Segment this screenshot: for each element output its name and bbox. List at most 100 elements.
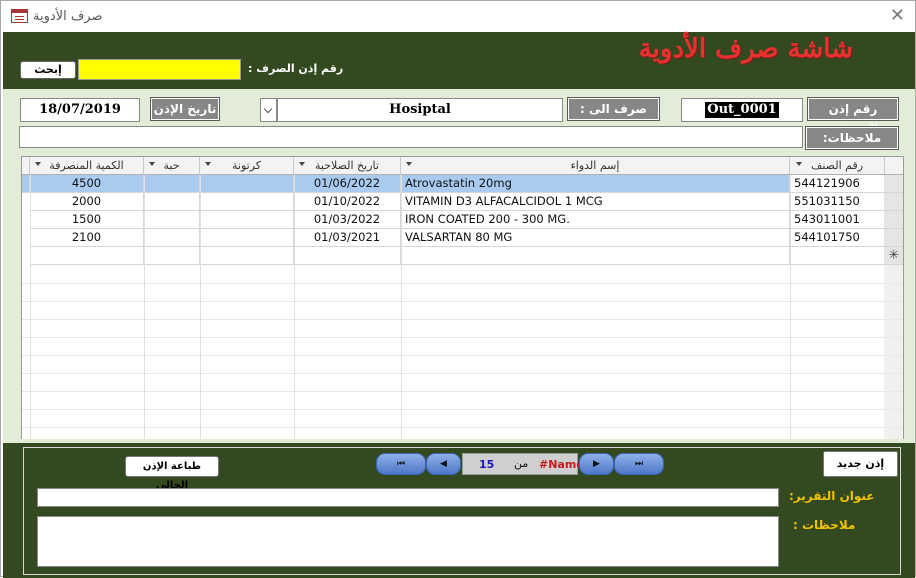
table-cell <box>22 175 30 193</box>
sort-arrow-icon <box>149 162 155 166</box>
form-icon <box>11 9 28 23</box>
issue-to-label: صرف الى : <box>567 97 660 121</box>
table-cell[interactable] <box>200 175 294 193</box>
col-header-code-label: رقم الصنف <box>810 159 864 172</box>
notes-field[interactable] <box>19 126 803 148</box>
grid-line <box>22 283 903 284</box>
record-number: 15 <box>479 458 495 471</box>
report-title-label: عنوان التقرير: <box>789 489 875 503</box>
app-window: صرف الأدوية ✕ شاشة صرف الأدوية إبحث رقم … <box>0 0 916 578</box>
grid-line <box>22 427 903 428</box>
new-row-marker-icon[interactable]: ✳ <box>884 247 903 265</box>
col-header-name-label: إسم الدواء <box>570 159 620 172</box>
row-selector-empty <box>884 265 903 439</box>
search-input[interactable] <box>78 59 241 80</box>
table-cell[interactable]: 2000 <box>30 193 144 211</box>
table-cell[interactable]: VALSARTAN 80 MG <box>401 229 790 247</box>
col-header-carton-label: كرتونة <box>231 159 261 172</box>
notes-label: ملاحظات: <box>805 126 899 150</box>
table-cell[interactable] <box>144 229 200 247</box>
sort-arrow-icon <box>796 162 802 166</box>
first-record-button[interactable]: ⏮ <box>376 453 426 475</box>
table-cell[interactable]: 01/10/2022 <box>294 193 401 211</box>
grid-line <box>144 175 145 439</box>
grid-line <box>200 175 201 439</box>
col-header-expiry-label: تاريخ الصلاحية <box>315 159 379 172</box>
new-permit-button[interactable]: إذن جديد <box>823 451 898 477</box>
footer-notes-input[interactable] <box>37 516 779 567</box>
new-row-cell[interactable] <box>200 247 294 265</box>
table-cell[interactable] <box>200 229 294 247</box>
new-row-cell[interactable] <box>30 247 144 265</box>
row-selector[interactable] <box>884 193 903 211</box>
window-title: صرف الأدوية <box>33 9 103 24</box>
table-cell[interactable] <box>144 175 200 193</box>
close-icon[interactable]: ✕ <box>890 5 905 26</box>
last-record-button[interactable]: ⏭ <box>614 453 664 475</box>
grid-line <box>22 373 903 374</box>
table-cell[interactable]: 01/03/2021 <box>294 229 401 247</box>
search-button[interactable]: إبحث <box>20 61 76 79</box>
col-header-pill-label: حبة <box>163 159 180 172</box>
grid-line <box>22 355 903 356</box>
grid-line <box>401 175 402 439</box>
table-cell[interactable] <box>200 211 294 229</box>
col-header-pill[interactable]: حبة <box>144 157 200 175</box>
row-selector[interactable] <box>884 211 903 229</box>
table-cell[interactable] <box>144 193 200 211</box>
print-button[interactable]: طباعة الإذن الحالى <box>125 456 219 491</box>
table-cell[interactable]: 1500 <box>30 211 144 229</box>
col-header-name[interactable]: إسم الدواء <box>401 157 790 175</box>
report-title-input[interactable] <box>37 488 779 507</box>
col-header-expiry[interactable]: تاريخ الصلاحية <box>294 157 401 175</box>
grid-line <box>790 175 791 439</box>
table-cell[interactable]: Atrovastatin 20mg <box>401 175 790 193</box>
table-cell[interactable] <box>144 211 200 229</box>
items-grid: رقم الصنف إسم الدواء تاريخ الصلاحية كرتو… <box>21 156 904 439</box>
next-record-button[interactable]: ▶ <box>579 453 614 475</box>
table-cell[interactable]: VITAMIN D3 ALFACALCIDOL 1 MCG <box>401 193 790 211</box>
table-cell[interactable]: 4500 <box>30 175 144 193</box>
header-panel: شاشة صرف الأدوية إبحث رقم إذن الصرف : <box>3 32 915 89</box>
issue-to-field[interactable]: Hosiptal <box>277 98 563 122</box>
table-cell[interactable]: 544101750 <box>790 229 885 247</box>
footer-panel: طباعة الإذن الحالى ⏮ ◀ 15 من #Name? ▶ ⏭ … <box>3 443 915 578</box>
col-header-qty-label: الكمية المنصرفة <box>49 159 124 172</box>
new-row-cell[interactable] <box>790 247 885 265</box>
page-title: شاشة صرف الأدوية <box>638 34 853 64</box>
new-row-cell[interactable] <box>144 247 200 265</box>
grid-line <box>294 175 295 439</box>
sort-arrow-icon <box>299 162 305 166</box>
record-of-label: من <box>514 457 529 470</box>
table-cell[interactable]: 2100 <box>30 229 144 247</box>
table-cell[interactable]: IRON COATED 200 - 300 MG. <box>401 211 790 229</box>
new-row-cell[interactable] <box>294 247 401 265</box>
chevron-down-icon[interactable] <box>260 98 277 122</box>
footer-notes-label: ملاحظات : <box>793 518 856 532</box>
grid-line <box>22 391 903 392</box>
out-no-value: Out_0001 <box>705 102 779 118</box>
table-cell[interactable]: 543011001 <box>790 211 885 229</box>
date-field[interactable]: 18/07/2019 <box>20 98 140 122</box>
new-row-cell[interactable] <box>401 247 790 265</box>
form-area: رقم إذن الصرف : Out_0001 صرف الى : Hosip… <box>3 89 915 443</box>
grid-line <box>22 301 903 302</box>
out-no-field[interactable]: Out_0001 <box>681 98 803 122</box>
table-cell[interactable]: 01/06/2022 <box>294 175 401 193</box>
prev-record-button[interactable]: ◀ <box>426 453 461 475</box>
table-cell[interactable]: 01/03/2022 <box>294 211 401 229</box>
table-cell[interactable]: 544121906 <box>790 175 885 193</box>
record-indicator: 15 من #Name? <box>462 453 590 475</box>
sort-arrow-icon <box>35 162 41 166</box>
col-header-qty[interactable]: الكمية المنصرفة <box>30 157 144 175</box>
table-cell[interactable]: 551031150 <box>790 193 885 211</box>
col-header-carton[interactable]: كرتونة <box>200 157 294 175</box>
table-cell[interactable] <box>200 193 294 211</box>
date-label: تاريخ الإذن : <box>150 97 220 136</box>
col-header-code[interactable]: رقم الصنف <box>790 157 885 175</box>
select-all-corner[interactable] <box>885 157 903 175</box>
row-selector[interactable] <box>884 229 903 247</box>
grid-line <box>30 175 31 439</box>
row-selector[interactable] <box>884 175 903 193</box>
title-bar: صرف الأدوية ✕ <box>1 1 915 32</box>
